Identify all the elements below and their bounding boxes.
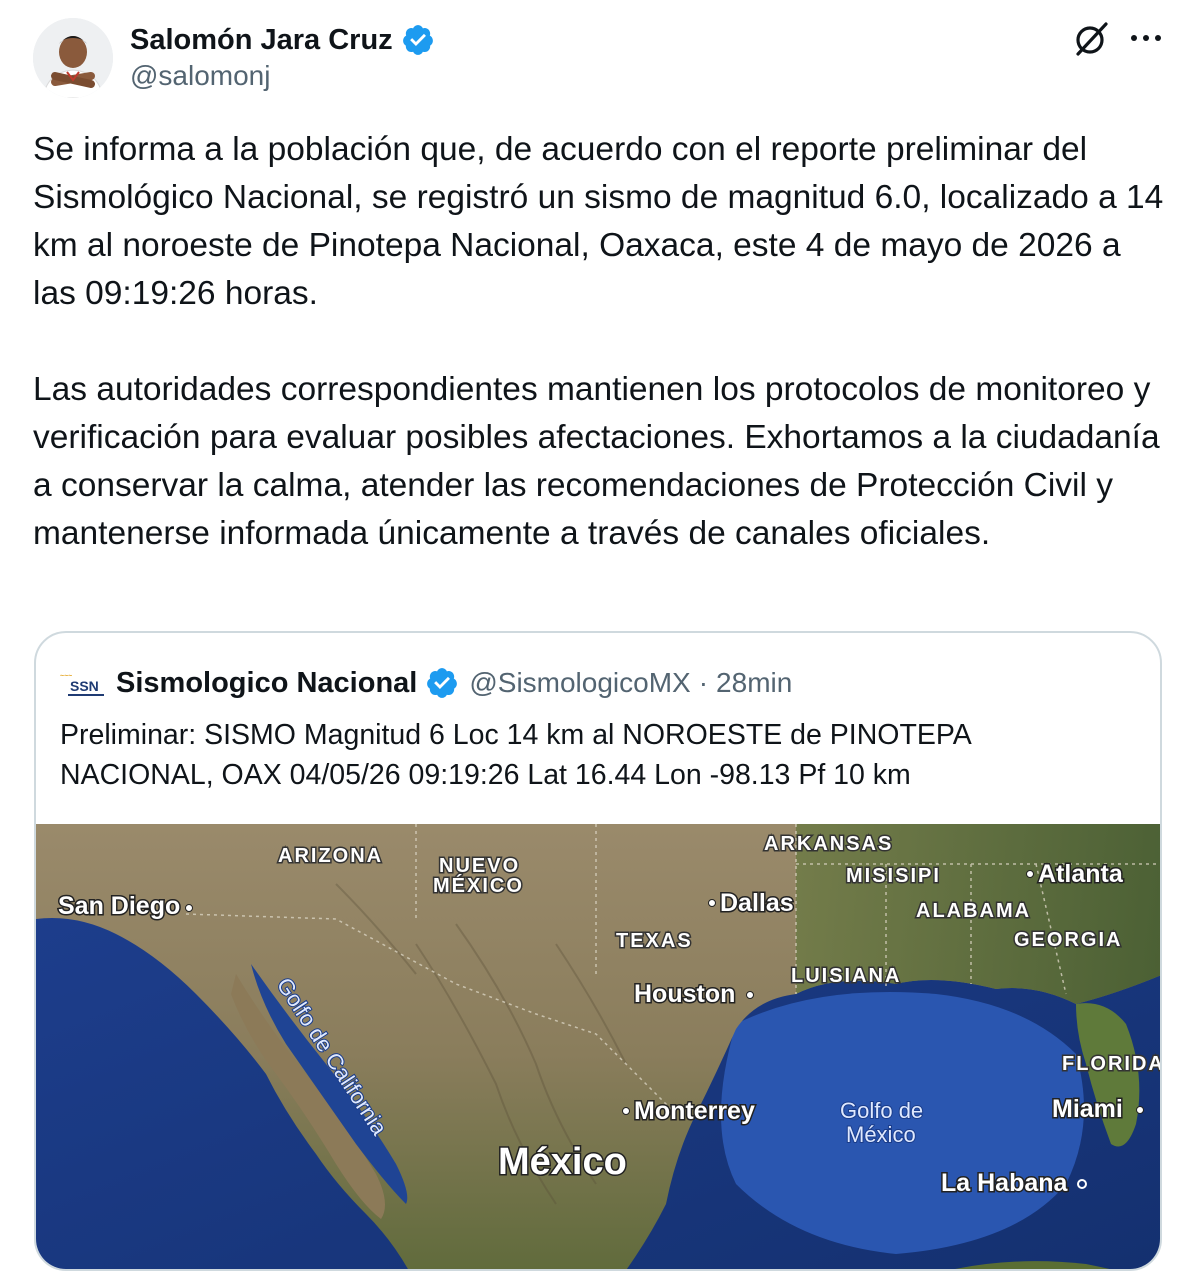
label-georgia: GEORGIA xyxy=(1014,929,1122,951)
label-miami: Miami xyxy=(1052,1095,1123,1123)
author-name-row: Salomón Jara Cruz xyxy=(130,20,435,60)
label-nuevo: NUEVO xyxy=(439,855,520,877)
grok-slash-icon[interactable] xyxy=(1072,20,1110,58)
tweet-paragraph-2: Las autoridades correspondientes mantien… xyxy=(33,371,1160,552)
quoted-timestamp[interactable]: 28min xyxy=(716,667,792,699)
label-alabama: ALABAMA xyxy=(916,900,1031,922)
quoted-author-name: Sismologico Nacional xyxy=(116,666,418,699)
quoted-tweet-header: ~~~ SSN Sismologico Nacional @Sismologic… xyxy=(60,663,792,703)
author-handle[interactable]: @salomonj xyxy=(130,60,270,92)
label-dallas: Dallas xyxy=(720,889,794,917)
label-atlanta: Atlanta xyxy=(1038,860,1124,888)
profile-photo-icon xyxy=(33,18,113,98)
label-la-habana: La Habana xyxy=(941,1169,1069,1197)
label-misisipi: MISISIPI xyxy=(846,865,941,887)
quoted-tweet-text: Preliminar: SISMO Magnitud 6 Loc 14 km a… xyxy=(60,719,972,791)
city-dot xyxy=(708,899,716,907)
more-dots-icon[interactable] xyxy=(1128,26,1164,50)
label-mexico-state: MÉXICO xyxy=(433,874,524,897)
svg-text:SSN: SSN xyxy=(70,678,99,694)
quoted-tweet-card[interactable]: ~~~ SSN Sismologico Nacional @Sismologic… xyxy=(34,631,1162,1271)
verified-badge-icon xyxy=(402,25,433,55)
tweet-text: Se informa a la población que, de acuerd… xyxy=(33,126,1168,558)
label-san-diego: San Diego xyxy=(58,892,180,920)
avatar[interactable] xyxy=(33,18,113,98)
author-name[interactable]: Salomón Jara Cruz xyxy=(130,24,393,57)
city-dot xyxy=(185,904,193,912)
label-arizona: ARIZONA xyxy=(278,845,383,867)
quoted-author-handle: @SismologicoMX xyxy=(469,667,691,698)
label-texas: TEXAS xyxy=(616,930,693,952)
separator-dot: · xyxy=(698,667,709,698)
label-luisiana: LUISIANA xyxy=(791,965,901,987)
label-arkansas: ARKANSAS xyxy=(764,833,893,855)
label-florida: FLORIDA xyxy=(1062,1053,1162,1075)
tweet-paragraph-1: Se informa a la población que, de acuerd… xyxy=(33,131,1164,312)
map-image[interactable]: ARIZONA NUEVO MÉXICO ARKANSAS MISISIPI A… xyxy=(36,824,1162,1269)
city-dot xyxy=(622,1107,630,1115)
city-dot xyxy=(746,991,754,999)
verified-badge-icon xyxy=(427,668,458,698)
ssn-logo-icon: ~~~ SSN xyxy=(60,673,104,696)
label-houston: Houston xyxy=(634,980,735,1008)
map-svg: ARIZONA NUEVO MÉXICO ARKANSAS MISISIPI A… xyxy=(36,824,1162,1269)
label-golfo-mexico: México xyxy=(846,1122,916,1147)
label-mexico-country: México xyxy=(498,1141,627,1183)
label-golfo-de: Golfo de xyxy=(840,1098,923,1123)
city-dot xyxy=(1026,870,1034,878)
city-dot xyxy=(1136,1106,1144,1114)
label-monterrey: Monterrey xyxy=(634,1097,755,1125)
